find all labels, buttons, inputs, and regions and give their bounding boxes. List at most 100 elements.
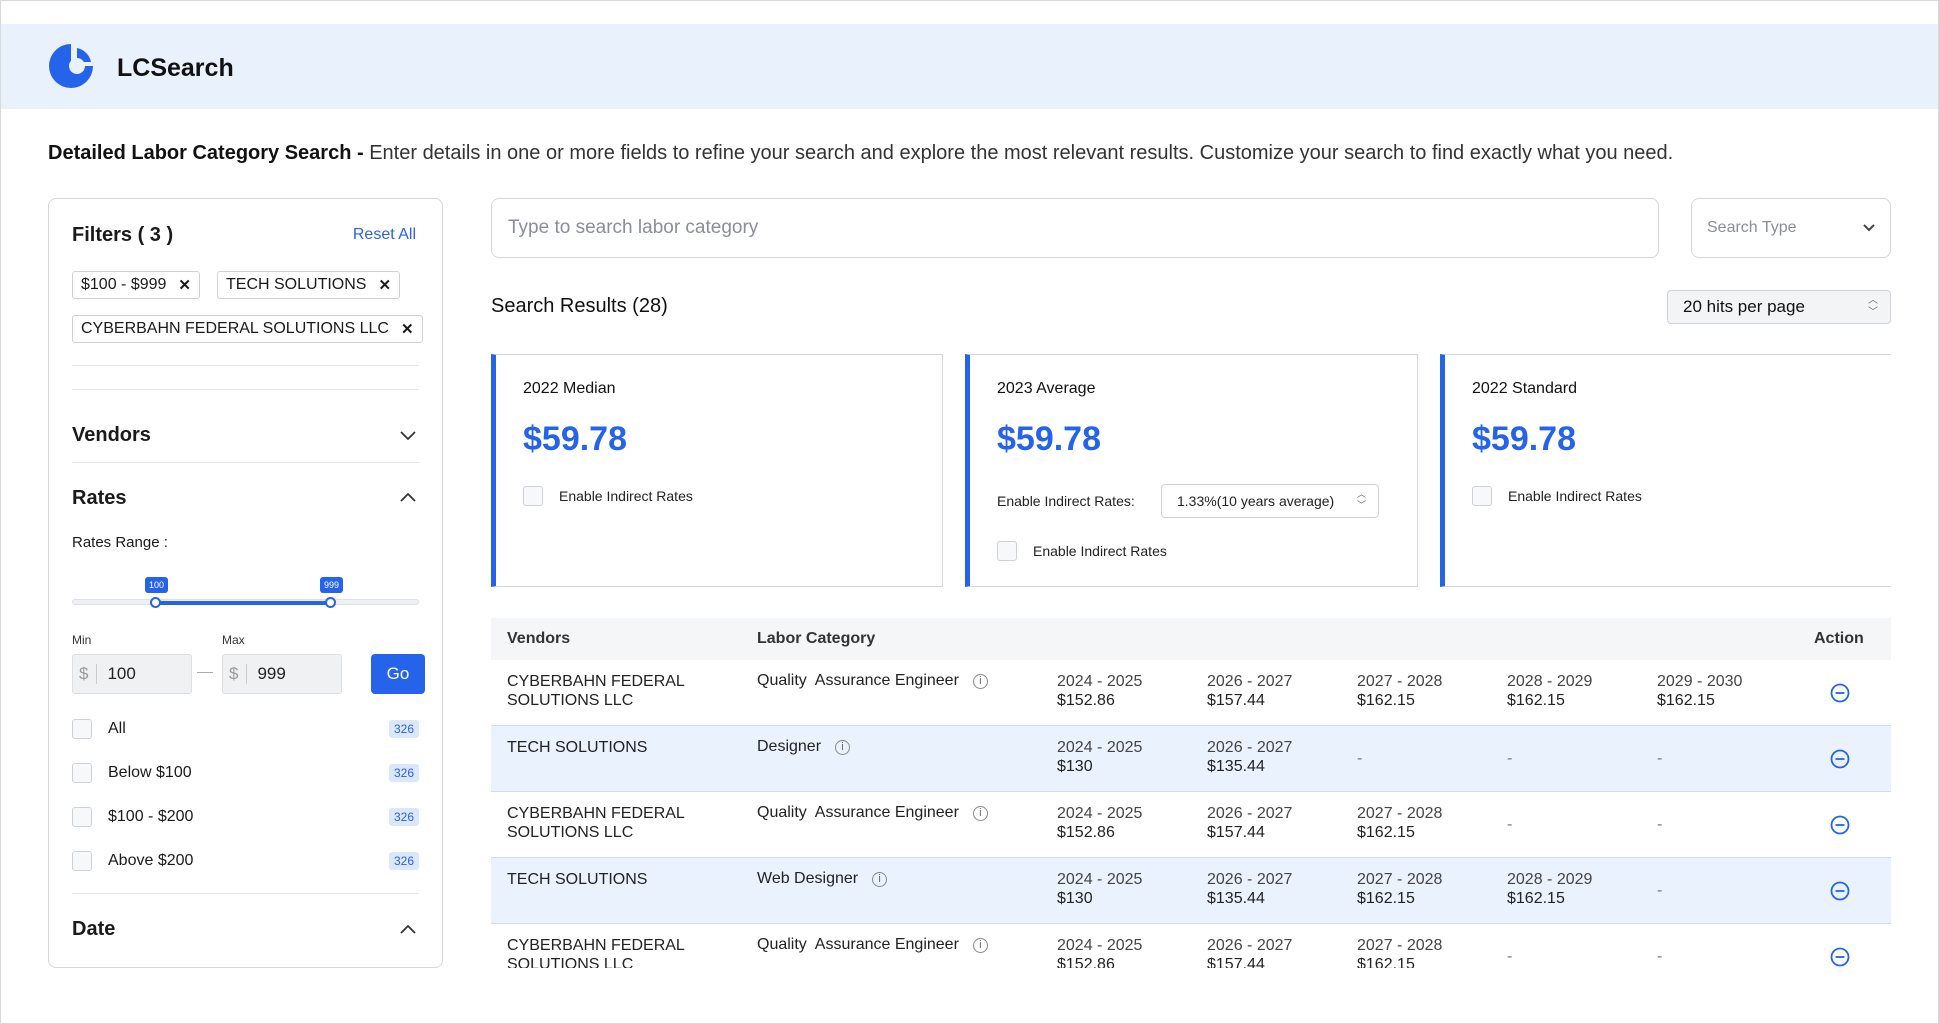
rate-period-cell: - bbox=[1657, 882, 1663, 899]
rate-period-cell: 2024 - 2025 $152.86 bbox=[1057, 936, 1142, 968]
info-icon[interactable]: i bbox=[972, 805, 988, 821]
table-row[interactable]: TECH SOLUTIONS Designer i 2024 - 2025 $130 20… bbox=[491, 726, 1891, 792]
table-row[interactable]: CYBERBAHN FEDERAL SOLUTIONS LLC Quality A… bbox=[491, 660, 1891, 726]
close-icon[interactable]: ✕ bbox=[401, 320, 414, 338]
stat-card: 2023 Average $59.78 Enable Indirect Rate… bbox=[965, 354, 1418, 587]
table-row[interactable]: CYBERBAHN FEDERAL SOLUTIONS LLC Quality A… bbox=[491, 792, 1891, 858]
card-value: $59.78 bbox=[997, 420, 1101, 458]
labor-category-text: Quality Assurance Engineer bbox=[757, 672, 959, 689]
search-input[interactable]: Type to search labor category bbox=[491, 198, 1659, 258]
minus-circle-icon[interactable] bbox=[1830, 749, 1850, 769]
page-intro: Detailed Labor Category Search - Enter d… bbox=[48, 142, 1673, 165]
vendor-cell: TECH SOLUTIONS bbox=[507, 871, 648, 888]
option-label: $100 - $200 bbox=[108, 808, 194, 825]
search-type-placeholder: Search Type bbox=[1707, 219, 1797, 236]
check-label: Enable Indirect Rates bbox=[1033, 543, 1167, 559]
count-badge: 326 bbox=[388, 720, 419, 738]
info-icon[interactable]: i bbox=[835, 739, 851, 755]
vendor-cell: TECH SOLUTIONS bbox=[507, 739, 648, 756]
checkbox[interactable] bbox=[997, 541, 1017, 561]
slider-max-handle[interactable] bbox=[325, 597, 336, 608]
info-icon[interactable]: i bbox=[872, 871, 888, 887]
range-dash bbox=[197, 672, 213, 673]
period-rate: $162.15 bbox=[1357, 956, 1415, 968]
checkbox[interactable] bbox=[1472, 486, 1492, 506]
rate-option-below-100[interactable]: Below $100 326 bbox=[72, 762, 419, 784]
indirect-rates-checkbox[interactable]: Enable Indirect Rates bbox=[997, 541, 1167, 561]
chevron-down-icon[interactable] bbox=[398, 425, 418, 445]
rate-option-100-200[interactable]: $100 - $200 326 bbox=[72, 806, 419, 828]
period-rate: $152.86 bbox=[1057, 824, 1115, 841]
indirect-rates-checkbox[interactable]: Enable Indirect Rates bbox=[1472, 486, 1642, 506]
period-range: 2029 - 2030 bbox=[1657, 673, 1743, 690]
chevron-up-icon[interactable] bbox=[398, 487, 418, 507]
rate-period-cell: 2027 - 2028 $162.15 bbox=[1357, 804, 1442, 842]
results-title: Search Results (28) bbox=[491, 295, 668, 317]
top-header: LCSearch bbox=[1, 24, 1938, 109]
period-range: 2027 - 2028 bbox=[1357, 805, 1443, 822]
slider-min-handle[interactable] bbox=[150, 597, 161, 608]
minus-circle-icon[interactable] bbox=[1830, 947, 1850, 967]
date-section-title[interactable]: Date bbox=[72, 918, 115, 941]
period-rate: $162.15 bbox=[1357, 890, 1415, 907]
min-rate-input[interactable]: $100 bbox=[72, 654, 192, 694]
app-title: LCSearch bbox=[117, 54, 234, 82]
checkbox[interactable] bbox=[72, 763, 92, 783]
rate-period-cell: 2027 - 2028 $162.15 bbox=[1357, 936, 1442, 968]
minus-circle-icon[interactable] bbox=[1830, 815, 1850, 835]
header-vendors: Vendors bbox=[507, 630, 571, 647]
checkbox[interactable] bbox=[72, 719, 92, 739]
indirect-rates-select[interactable]: 1.33%(10 years average) ︿ ﹀ bbox=[1161, 484, 1379, 518]
period-range: 2028 - 2029 bbox=[1507, 871, 1593, 888]
vendor-cell: CYBERBAHN FEDERAL SOLUTIONS LLC bbox=[507, 673, 685, 709]
check-label: Enable Indirect Rates bbox=[559, 488, 693, 504]
hits-per-page-select[interactable]: 20 hits per page ︿ ﹀ bbox=[1667, 290, 1891, 324]
checkbox[interactable] bbox=[523, 486, 543, 506]
indirect-rates-checkbox[interactable]: Enable Indirect Rates bbox=[523, 486, 693, 506]
minus-circle-icon[interactable] bbox=[1830, 881, 1850, 901]
rate-period-cell: 2024 - 2025 $130 bbox=[1057, 870, 1142, 908]
rate-period-cell: 2027 - 2028 $162.15 bbox=[1357, 672, 1442, 710]
divider bbox=[72, 462, 419, 463]
period-rate: $130 bbox=[1057, 758, 1093, 775]
period-rate: $152.86 bbox=[1057, 956, 1115, 968]
rate-period-cell: 2028 - 2029 $162.15 bbox=[1507, 672, 1592, 710]
search-type-select[interactable]: Search Type bbox=[1691, 198, 1891, 258]
close-icon[interactable]: ✕ bbox=[178, 276, 191, 294]
close-icon[interactable]: ✕ bbox=[378, 276, 391, 294]
period-range: 2024 - 2025 bbox=[1057, 739, 1143, 756]
check-label: Enable Indirect Rates bbox=[1508, 488, 1642, 504]
period-rate: $135.44 bbox=[1207, 890, 1265, 907]
rate-period-cell: 2029 - 2030 $162.15 bbox=[1657, 672, 1742, 710]
period-rate: $152.86 bbox=[1057, 692, 1115, 709]
rate-period-cell: 2024 - 2025 $152.86 bbox=[1057, 804, 1142, 842]
rate-period-cell: 2026 - 2027 $157.44 bbox=[1207, 804, 1292, 842]
labor-category-text: Quality Assurance Engineer bbox=[757, 804, 959, 821]
divider bbox=[72, 389, 419, 390]
table-row[interactable]: TECH SOLUTIONS Web Designer i 2024 - 2025 $1… bbox=[491, 858, 1891, 924]
spinner-icon: ︿ ﹀ bbox=[1356, 489, 1366, 510]
table-row[interactable]: CYBERBAHN FEDERAL SOLUTIONS LLC Quality A… bbox=[491, 924, 1891, 968]
checkbox[interactable] bbox=[72, 851, 92, 871]
chevron-up-icon[interactable] bbox=[398, 919, 418, 939]
checkbox[interactable] bbox=[72, 807, 92, 827]
rates-section-title[interactable]: Rates bbox=[72, 487, 126, 510]
rate-option-all[interactable]: All 326 bbox=[72, 718, 419, 740]
rate-period-cell: - bbox=[1507, 948, 1513, 965]
filters-sidebar: Filters ( 3 ) Reset All $100 - $999 ✕ TEC… bbox=[48, 198, 443, 968]
filter-chip: CYBERBAHN FEDERAL SOLUTIONS LLC ✕ bbox=[72, 315, 423, 343]
intro-title: Detailed Labor Category Search - bbox=[48, 142, 370, 164]
labor-category-cell: Web Designer i bbox=[757, 870, 888, 888]
info-icon[interactable]: i bbox=[972, 937, 988, 953]
rate-period-cell: - bbox=[1357, 750, 1363, 767]
vendors-section-title[interactable]: Vendors bbox=[72, 424, 151, 447]
max-rate-input[interactable]: $999 bbox=[222, 654, 342, 694]
reset-all-link[interactable]: Reset All bbox=[353, 226, 416, 244]
min-rate-value: 100 bbox=[107, 664, 136, 683]
minus-circle-icon[interactable] bbox=[1830, 683, 1850, 703]
go-button[interactable]: Go bbox=[371, 654, 425, 694]
logo-icon bbox=[49, 44, 93, 88]
currency-symbol: $ bbox=[223, 664, 248, 684]
rate-option-above-200[interactable]: Above $200 326 bbox=[72, 850, 419, 872]
info-icon[interactable]: i bbox=[972, 673, 988, 689]
